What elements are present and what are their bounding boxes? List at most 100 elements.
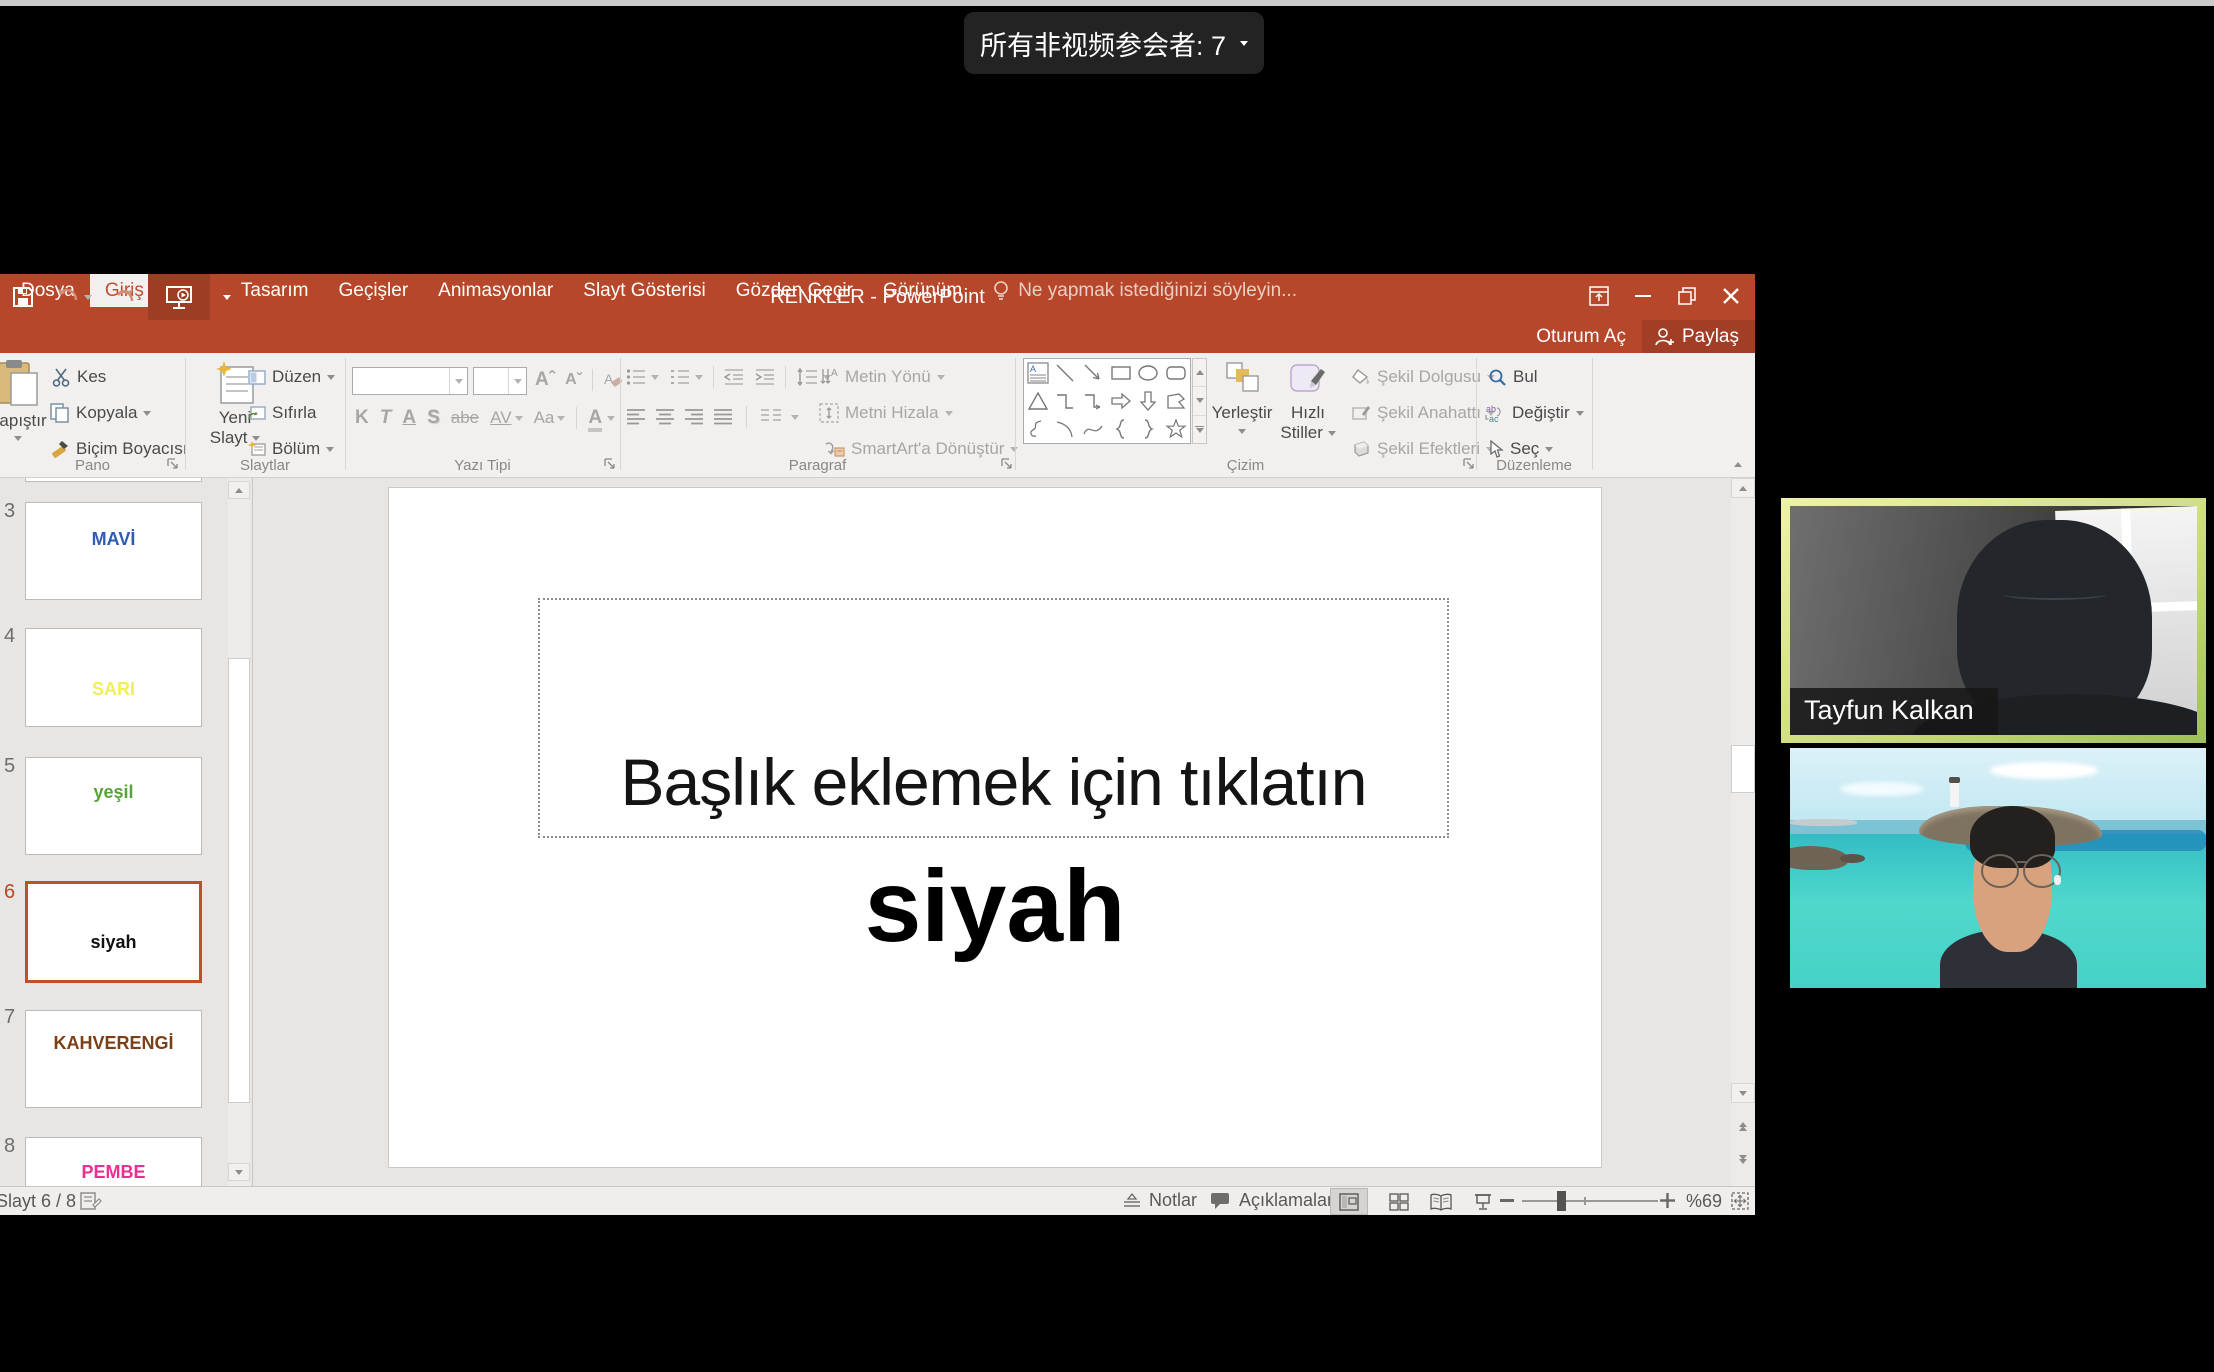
restore-button[interactable] <box>1665 276 1709 316</box>
share-button[interactable]: Paylaş <box>1642 320 1755 353</box>
slide-indicator[interactable]: Slayt 6 / 8 <box>0 1191 76 1212</box>
slide-scrollbar-thumb[interactable] <box>1731 745 1755 793</box>
thumbnail-slide6-selected[interactable]: siyah <box>25 881 202 983</box>
slide-canvas[interactable]: Başlık eklemek için tıklatın siyah <box>388 487 1602 1168</box>
thumbnail-scroll-down-button[interactable] <box>228 1163 250 1181</box>
shapes-scroll-down-button[interactable] <box>1193 387 1206 415</box>
shape-right-arrow-icon[interactable] <box>1110 390 1132 412</box>
font-size-combobox[interactable] <box>473 367 527 395</box>
font-name-combobox[interactable] <box>352 367 468 395</box>
arrange-button[interactable]: Yerleştir <box>1211 361 1273 434</box>
participant-video[interactable] <box>1790 748 2206 988</box>
shape-rectangle-icon[interactable] <box>1110 362 1132 384</box>
increase-indent-button[interactable] <box>755 368 775 386</box>
shape-scribble-icon[interactable] <box>1027 418 1049 440</box>
shape-left-brace-icon[interactable] <box>1110 418 1132 440</box>
paragraph-dialog-launcher[interactable] <box>1000 457 1013 470</box>
shapes-scroll-up-button[interactable] <box>1193 359 1206 387</box>
thumbnail-slide5[interactable]: yeşil <box>25 757 202 855</box>
justify-button[interactable] <box>713 408 733 426</box>
next-slide-button[interactable] <box>1731 1146 1755 1172</box>
shapes-gallery-scrollbar[interactable] <box>1192 358 1207 444</box>
paste-button[interactable]: Yapıştır <box>0 359 50 441</box>
minimize-button[interactable] <box>1621 276 1665 316</box>
zoom-out-button[interactable] <box>1500 1199 1514 1202</box>
notes-page-icon[interactable] <box>80 1191 102 1216</box>
columns-button[interactable] <box>760 408 782 426</box>
replace-button[interactable]: ab ac Değiştir <box>1484 402 1584 424</box>
shape-elbow-arrow-icon[interactable] <box>1082 390 1104 412</box>
title-placeholder[interactable]: Başlık eklemek için tıklatın <box>538 598 1449 838</box>
reset-button[interactable]: Sıfırla <box>248 402 316 424</box>
shape-arc-icon[interactable] <box>1054 418 1076 440</box>
redo-button[interactable] <box>102 274 148 320</box>
slide-scrollbar[interactable] <box>1731 478 1755 1186</box>
bullets-button[interactable] <box>626 368 646 386</box>
shape-elbow-connector-icon[interactable] <box>1054 390 1076 412</box>
start-slideshow-button[interactable] <box>148 274 210 320</box>
zoom-percentage[interactable]: %69 <box>1686 1191 1722 1212</box>
thumbnail-slide8[interactable]: PEMBE <box>25 1137 202 1186</box>
slide-scroll-up-button[interactable] <box>1731 478 1755 498</box>
sign-in-button[interactable]: Oturum Aç <box>1520 320 1642 353</box>
thumbnail-scrollbar[interactable] <box>228 478 250 1186</box>
previous-slide-button[interactable] <box>1731 1113 1755 1139</box>
save-button[interactable] <box>0 274 46 320</box>
shape-outline-button[interactable]: Şekil Anahattı <box>1352 402 1495 424</box>
undo-button[interactable] <box>46 274 102 320</box>
shapes-gallery[interactable]: A <box>1023 358 1191 444</box>
copy-button[interactable]: Kopyala <box>50 402 151 424</box>
zoom-slider-thumb[interactable] <box>1557 1191 1566 1211</box>
shape-star-icon[interactable] <box>1165 418 1187 440</box>
font-name-dropdown[interactable] <box>449 368 467 394</box>
align-center-button[interactable] <box>655 408 675 426</box>
shape-down-arrow-icon[interactable] <box>1137 390 1159 412</box>
clipboard-dialog-launcher[interactable] <box>166 457 179 470</box>
align-left-button[interactable] <box>626 408 646 426</box>
reading-view-button[interactable] <box>1422 1188 1460 1215</box>
fit-to-window-button[interactable] <box>1730 1191 1750 1216</box>
qat-customize-button[interactable] <box>210 274 244 320</box>
cut-button[interactable]: Kes <box>52 366 106 388</box>
thumbnail-scroll-up-button[interactable] <box>228 481 250 499</box>
text-shadow-button[interactable]: S <box>427 407 440 429</box>
shape-arrow-icon[interactable] <box>1082 362 1104 384</box>
text-direction-button[interactable]: A Metin Yönü <box>819 366 945 388</box>
shape-rounded-rect-icon[interactable] <box>1165 362 1187 384</box>
notes-toggle-button[interactable]: Notlar <box>1122 1190 1197 1211</box>
font-color-button[interactable]: A <box>588 407 615 429</box>
line-spacing-button[interactable] <box>796 368 818 386</box>
shrink-font-button[interactable]: Aˇ <box>565 371 582 389</box>
character-spacing-button[interactable]: AV <box>490 408 522 428</box>
slide-scroll-down-button[interactable] <box>1731 1083 1755 1103</box>
shape-ellipse-icon[interactable] <box>1137 362 1159 384</box>
comments-toggle-button[interactable]: Açıklamalar <box>1210 1190 1333 1211</box>
shape-curve-icon[interactable] <box>1082 418 1104 440</box>
thumbnail-slide7[interactable]: KAHVERENGİ <box>25 1010 202 1108</box>
slideshow-view-button[interactable] <box>1464 1188 1502 1215</box>
zoom-slider-track[interactable] <box>1522 1200 1658 1202</box>
thumbnail-slide2-partial[interactable] <box>25 478 202 482</box>
decrease-indent-button[interactable] <box>724 368 744 386</box>
shape-textbox-icon[interactable]: A <box>1027 362 1049 384</box>
underline-button[interactable]: A <box>402 407 416 429</box>
normal-view-button[interactable] <box>1330 1188 1368 1215</box>
change-case-button[interactable]: Aa <box>534 408 566 428</box>
grow-font-button[interactable]: Aˆ <box>535 369 555 391</box>
layout-button[interactable]: Düzen <box>248 366 335 388</box>
drawing-dialog-launcher[interactable] <box>1462 457 1475 470</box>
italic-button[interactable]: T <box>380 407 392 429</box>
shape-line-icon[interactable] <box>1054 362 1076 384</box>
thumbnail-slide3[interactable]: MAVİ <box>25 502 202 600</box>
zoom-in-button[interactable] <box>1660 1192 1675 1213</box>
shape-fill-button[interactable]: Şekil Dolgusu <box>1352 366 1495 388</box>
slide-body-text[interactable]: siyah <box>389 848 1601 965</box>
strikethrough-button[interactable]: abe <box>451 408 479 428</box>
shape-triangle-icon[interactable] <box>1027 390 1049 412</box>
quick-styles-button[interactable]: Hızlı Stiller <box>1275 361 1341 443</box>
shape-right-brace-icon[interactable] <box>1137 418 1159 440</box>
slide-sorter-view-button[interactable] <box>1380 1188 1418 1215</box>
ribbon-display-options-button[interactable] <box>1577 276 1621 316</box>
participants-dropdown-button[interactable]: 所有非视频参会者: 7 <box>964 12 1264 74</box>
numbering-button[interactable] <box>670 368 690 386</box>
